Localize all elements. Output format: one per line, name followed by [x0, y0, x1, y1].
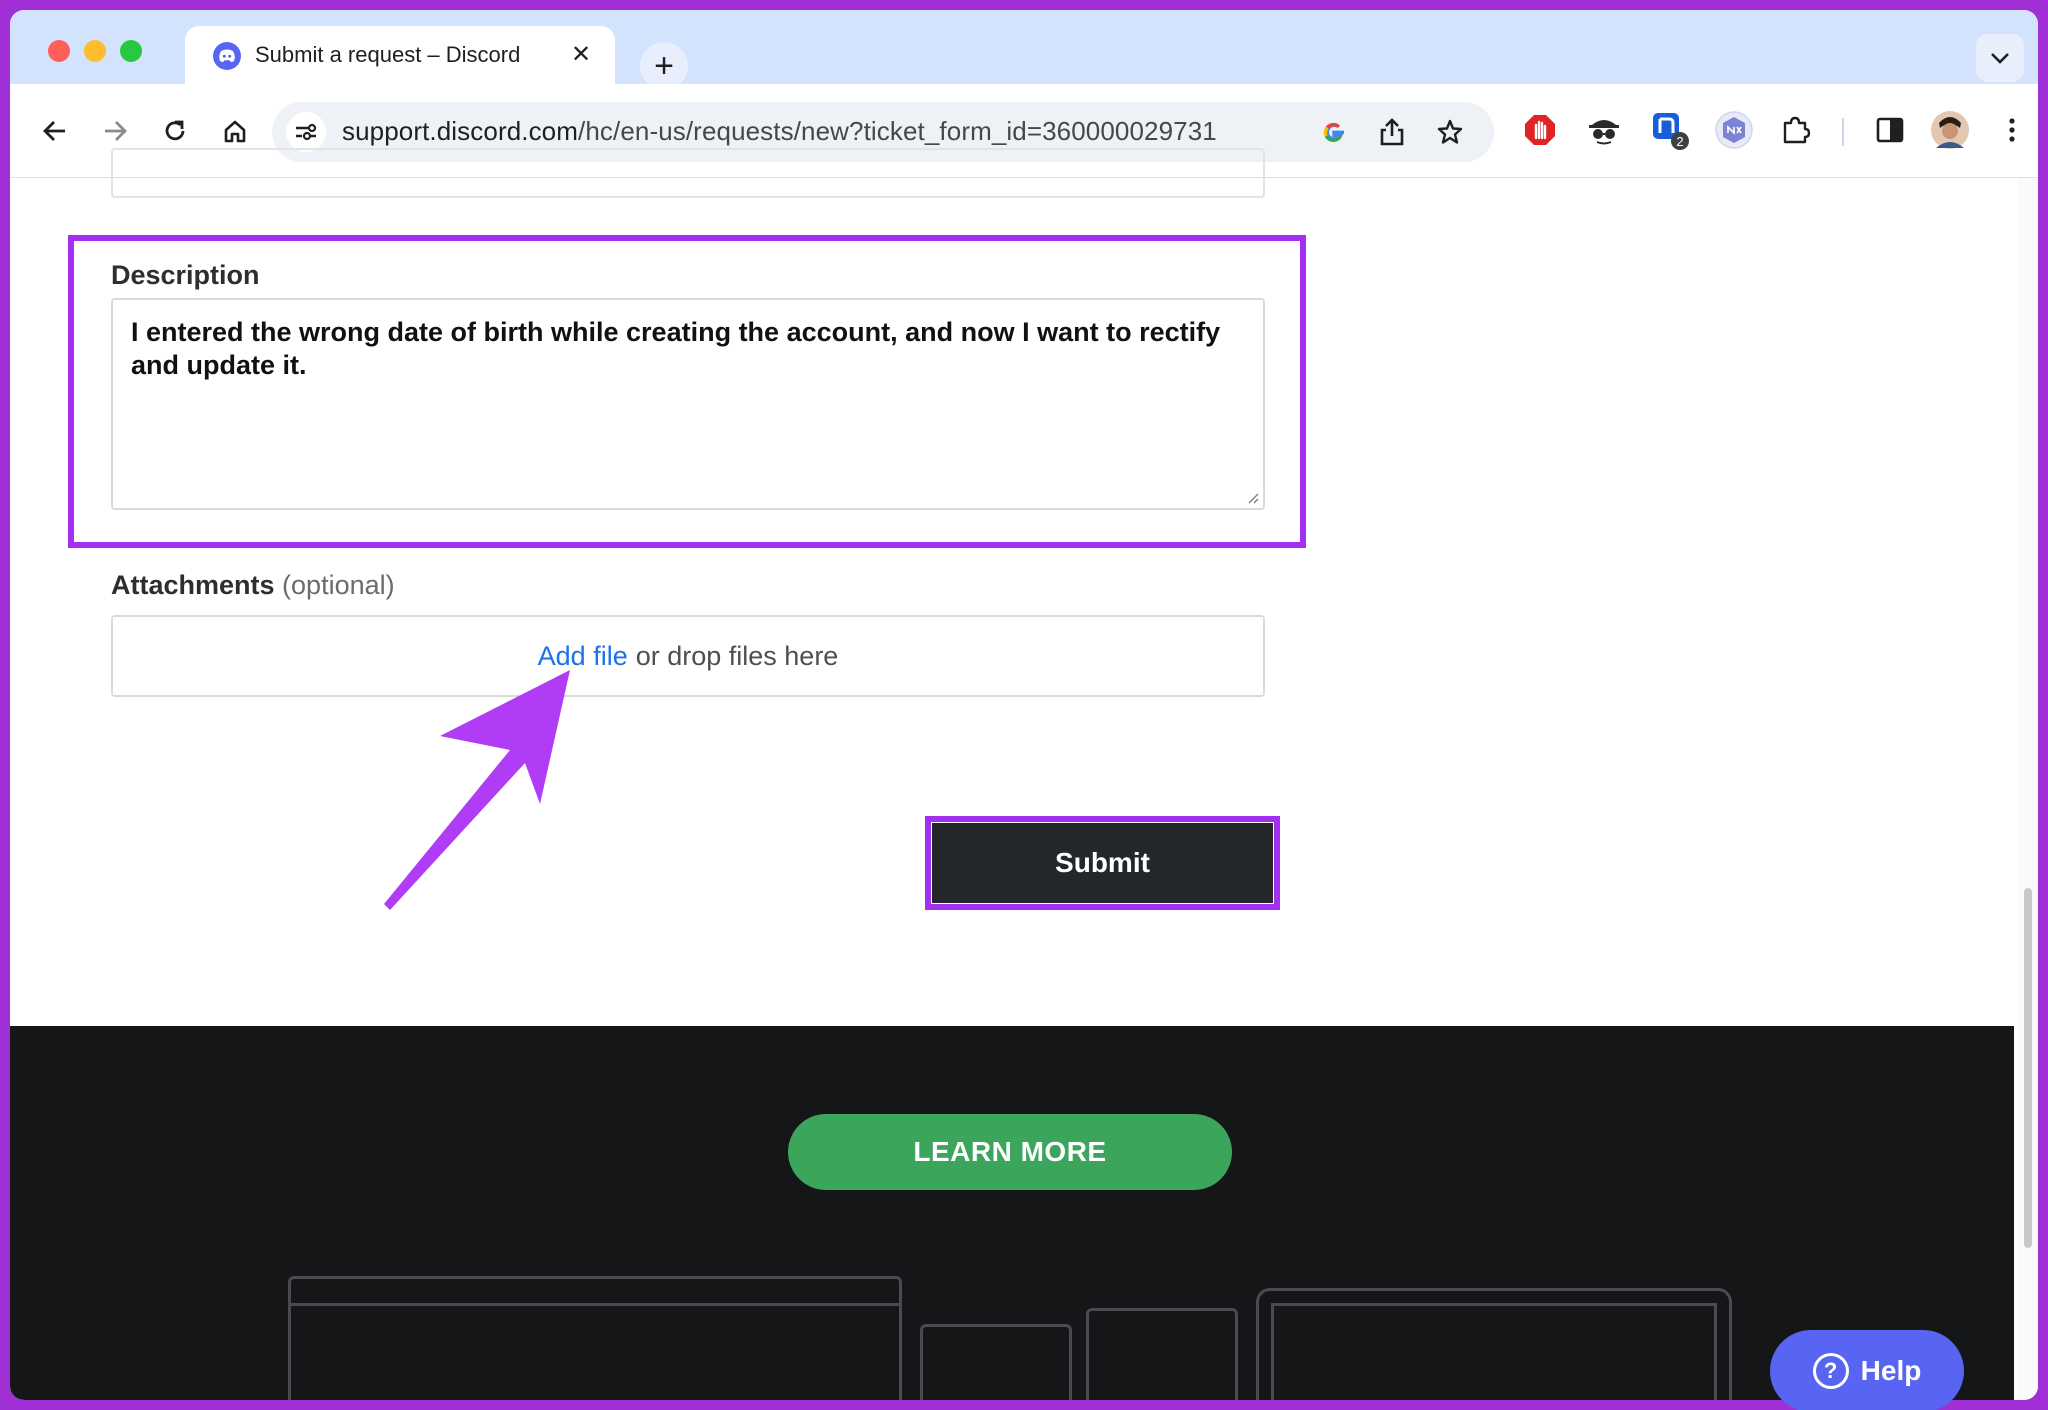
previous-form-field[interactable] [111, 148, 1265, 198]
scrollbar[interactable] [2018, 178, 2038, 1400]
minimize-window-button[interactable] [84, 40, 106, 62]
url-path: /hc/en-us/requests/new?ticket_form_id=36… [578, 116, 1217, 146]
extension-badge-count: 2 [1676, 134, 1683, 149]
footer: LEARN MORE [10, 1026, 2014, 1400]
more-options-icon[interactable] [1988, 106, 2036, 154]
tab-close-icon[interactable]: ✕ [565, 38, 597, 70]
page-content: Description I entered the wrong date of … [10, 148, 2038, 1400]
url-host: support.discord.com [342, 116, 579, 146]
description-textarea[interactable]: I entered the wrong date of birth while … [111, 298, 1265, 510]
help-button[interactable]: ? Help [1770, 1330, 1964, 1410]
attachments-label: Attachments (optional) [111, 570, 395, 601]
password-manager-extension-icon[interactable]: 2 [1646, 106, 1694, 154]
laptop-illustration [288, 1276, 902, 1400]
toolbar-divider [1842, 118, 1844, 146]
tab-search-chevron-down-icon[interactable] [1976, 34, 2024, 82]
bookmark-star-icon[interactable] [1432, 114, 1468, 150]
tab-title: Submit a request – Discord [255, 42, 521, 67]
help-label: Help [1860, 1355, 1922, 1386]
learn-more-button[interactable]: LEARN MORE [788, 1114, 1232, 1190]
monitor-illustration [1256, 1288, 1732, 1400]
extensions-puzzle-icon[interactable] [1772, 106, 1820, 154]
google-lens-icon[interactable] [1316, 114, 1352, 150]
side-panel-icon[interactable] [1866, 106, 1914, 154]
close-window-button[interactable] [48, 40, 70, 62]
scrollbar-thumb[interactable] [2024, 888, 2032, 1248]
profile-avatar[interactable] [1926, 106, 1974, 154]
description-label: Description [111, 260, 260, 290]
share-icon[interactable] [1374, 114, 1410, 150]
back-arrow-icon[interactable] [30, 106, 80, 156]
discord-icon [213, 42, 241, 70]
maximize-window-button[interactable] [120, 40, 142, 62]
site-info-tune-icon[interactable] [286, 112, 326, 152]
annotation-arrow-icon [384, 670, 570, 910]
attachments-optional: (optional) [282, 570, 395, 600]
add-file-link[interactable]: Add file [538, 641, 628, 672]
attachments-dropzone[interactable]: Add file or drop files here [111, 615, 1265, 697]
attachments-label-text: Attachments [111, 570, 275, 600]
submit-button[interactable]: Submit [932, 823, 1273, 903]
help-question-icon: ? [1812, 1353, 1849, 1389]
resize-handle-icon[interactable] [1247, 492, 1259, 504]
browser-window: Submit a request – Discord ✕ + support.d… [10, 10, 2038, 1400]
adblock-extension-icon[interactable] [1516, 106, 1564, 154]
phone-illustration [1086, 1308, 1238, 1400]
new-tab-button[interactable]: + [640, 42, 688, 90]
spy-extension-icon[interactable] [1580, 106, 1628, 154]
description-value: I entered the wrong date of birth while … [131, 317, 1221, 380]
tablet-illustration [920, 1324, 1072, 1400]
drop-files-text: or drop files here [635, 640, 839, 671]
url-text: support.discord.com/hc/en-us/requests/ne… [342, 116, 1217, 147]
tab-discord-request[interactable]: Submit a request – Discord ✕ [185, 26, 615, 86]
nox-extension-icon[interactable] [1710, 106, 1758, 154]
tab-strip: Submit a request – Discord ✕ + [10, 10, 2038, 90]
